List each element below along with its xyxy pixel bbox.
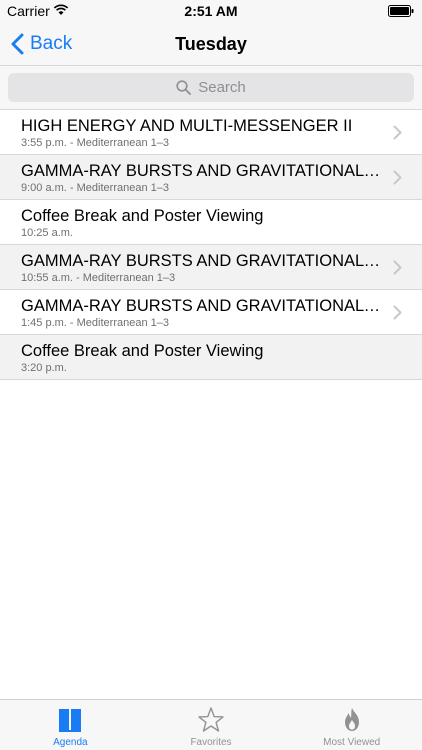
chevron-right-icon bbox=[393, 170, 402, 185]
back-label: Back bbox=[30, 33, 73, 54]
session-row[interactable]: Coffee Break and Poster Viewing 3:20 p.m. bbox=[0, 335, 422, 380]
session-subtitle: 3:55 p.m. - Mediterranean 1–3 bbox=[21, 137, 169, 149]
session-row[interactable]: HIGH ENERGY AND MULTI-MESSENGER II 3:55 p… bbox=[0, 110, 422, 155]
session-subtitle: 10:25 a.m. bbox=[21, 227, 73, 239]
search-input[interactable]: Search bbox=[8, 73, 414, 102]
search-bar: Search bbox=[0, 66, 422, 110]
session-subtitle: 1:45 p.m. - Mediterranean 1–3 bbox=[21, 317, 169, 329]
session-row[interactable]: GAMMA-RAY BURSTS AND GRAVITATIONAL W… 1:4… bbox=[0, 290, 422, 335]
star-icon bbox=[198, 707, 224, 732]
session-title: HIGH ENERGY AND MULTI-MESSENGER II bbox=[21, 117, 353, 135]
flame-icon bbox=[344, 708, 359, 731]
back-chevron-icon bbox=[11, 33, 24, 55]
navigation-bar: Back Tuesday bbox=[0, 22, 422, 66]
tab-label: Favorites bbox=[190, 737, 232, 748]
tab-label: Agenda bbox=[53, 737, 88, 748]
session-title: GAMMA-RAY BURSTS AND GRAVITATIONAL W… bbox=[21, 162, 383, 180]
session-title: GAMMA-RAY BURSTS AND GRAVITATIONAL W… bbox=[21, 297, 383, 315]
session-row[interactable]: GAMMA-RAY BURSTS AND GRAVITATIONAL W… 9:0… bbox=[0, 155, 422, 200]
back-button[interactable]: Back bbox=[10, 22, 72, 66]
session-list: HIGH ENERGY AND MULTI-MESSENGER II 3:55 p… bbox=[0, 110, 422, 380]
tab-agenda[interactable]: Agenda bbox=[0, 700, 141, 750]
session-title: Coffee Break and Poster Viewing bbox=[21, 342, 264, 360]
tab-label: Most Viewed bbox=[323, 737, 381, 748]
search-placeholder: Search bbox=[198, 79, 246, 96]
session-title: Coffee Break and Poster Viewing bbox=[21, 207, 264, 225]
session-subtitle: 9:00 a.m. - Mediterranean 1–3 bbox=[21, 182, 169, 194]
status-bar: Carrier 2:51 AM bbox=[0, 0, 422, 22]
session-title: GAMMA-RAY BURSTS AND GRAVITATIONAL W… bbox=[21, 252, 383, 270]
tab-favorites[interactable]: Favorites bbox=[141, 700, 282, 750]
session-subtitle: 10:55 a.m. - Mediterranean 1–3 bbox=[21, 272, 176, 284]
session-subtitle: 3:20 p.m. bbox=[21, 362, 67, 374]
book-icon bbox=[59, 709, 82, 732]
tab-bar: Agenda Favorites Most Viewed bbox=[0, 699, 422, 750]
chevron-right-icon bbox=[393, 305, 402, 320]
search-icon bbox=[176, 80, 192, 95]
chevron-right-icon bbox=[393, 125, 402, 140]
tab-most-viewed[interactable]: Most Viewed bbox=[281, 700, 422, 750]
battery-icon bbox=[388, 5, 414, 17]
status-time: 2:51 AM bbox=[184, 3, 238, 19]
session-row[interactable]: GAMMA-RAY BURSTS AND GRAVITATIONAL W… 10:… bbox=[0, 245, 422, 290]
chevron-right-icon bbox=[393, 260, 402, 275]
session-row[interactable]: Coffee Break and Poster Viewing 10:25 a.m… bbox=[0, 200, 422, 245]
